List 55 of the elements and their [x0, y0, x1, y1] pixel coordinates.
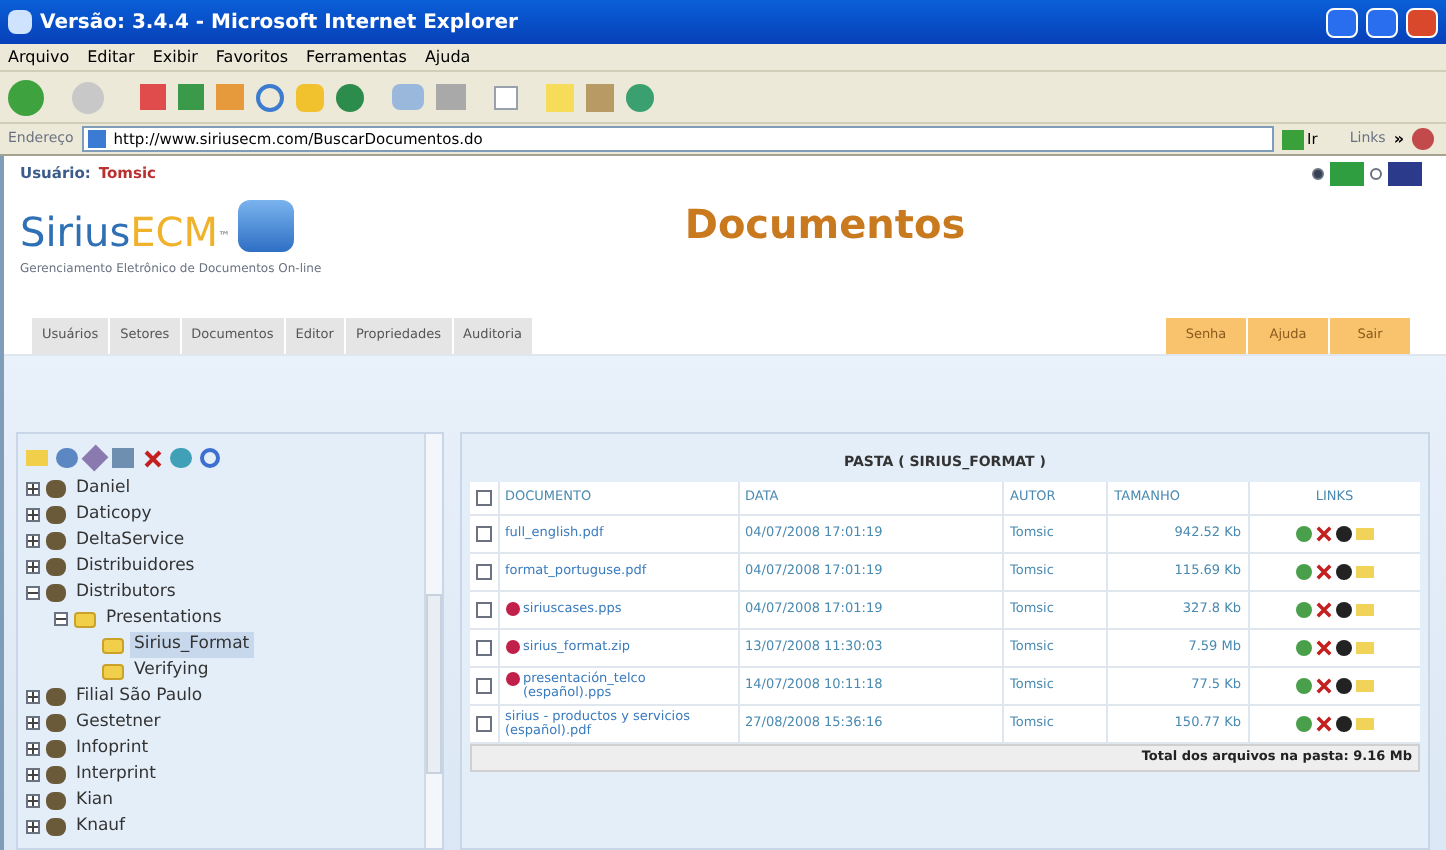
tree-item[interactable]: Distribuidores	[72, 554, 199, 580]
language-radio[interactable]	[1370, 168, 1382, 180]
tree-item[interactable]: DeltaService	[72, 528, 189, 554]
menu-item[interactable]: Ajuda	[424, 45, 471, 69]
tree-item[interactable]: Sirius_Format	[130, 632, 254, 658]
delete-icon[interactable]	[1315, 563, 1332, 579]
delete-icon[interactable]	[1315, 715, 1332, 731]
tree-item[interactable]: Daticopy	[72, 502, 156, 528]
collapse-toggle[interactable]	[26, 586, 40, 600]
row-checkbox[interactable]	[475, 639, 492, 655]
tree-item[interactable]: Knauf	[72, 814, 130, 840]
tree-item[interactable]: Interprint	[72, 762, 160, 788]
row-checkbox[interactable]	[475, 563, 492, 579]
page-title: Documentos	[684, 198, 966, 252]
tree-item[interactable]: Filial São Paulo	[72, 684, 207, 710]
menu-item[interactable]: Arquivo	[8, 45, 70, 69]
menu-item[interactable]: Favoritos	[215, 45, 289, 69]
expand-toggle[interactable]	[26, 768, 40, 782]
menu-item[interactable]: Editar	[87, 45, 135, 69]
tree-item[interactable]: Verifying	[130, 658, 213, 684]
expand-toggle[interactable]	[26, 820, 40, 834]
expand-toggle[interactable]	[26, 508, 40, 522]
search-icon[interactable]	[256, 83, 284, 111]
search-icon[interactable]	[200, 448, 220, 468]
delete-icon[interactable]	[1315, 639, 1332, 655]
expand-toggle[interactable]	[26, 482, 40, 496]
tree-item[interactable]: Infoprint	[72, 736, 153, 762]
expand-toggle[interactable]	[26, 534, 40, 548]
tree-item[interactable]: Presentations	[102, 606, 226, 632]
collapse-toggle[interactable]	[54, 612, 68, 626]
row-checkbox[interactable]	[475, 715, 492, 731]
row-checkbox[interactable]	[475, 677, 492, 693]
chevron-text[interactable]: »	[1393, 127, 1404, 151]
expand-toggle[interactable]	[26, 690, 40, 704]
row-checkbox[interactable]	[475, 525, 492, 541]
expand-toggle[interactable]	[26, 560, 40, 574]
menu-item[interactable]: Exibir	[152, 45, 198, 69]
tree-item[interactable]: Distributors	[72, 580, 180, 606]
window-title: Versão: 3.4.4 - Microsoft Internet Explorer	[40, 9, 520, 37]
select-all-checkbox[interactable]	[475, 489, 492, 506]
scrollbar[interactable]	[424, 434, 442, 848]
delete-icon[interactable]	[1315, 677, 1332, 693]
tree-item[interactable]: Gestetner	[72, 710, 165, 736]
expand-toggle[interactable]	[26, 742, 40, 756]
tree-item[interactable]: Kian	[72, 788, 118, 814]
expand-toggle[interactable]	[26, 716, 40, 730]
delete-icon[interactable]	[1315, 601, 1332, 617]
tree-item[interactable]: Daniel	[72, 476, 135, 502]
language-radio[interactable]	[1312, 168, 1324, 180]
delete-icon[interactable]	[1315, 525, 1332, 541]
expand-toggle[interactable]	[26, 794, 40, 808]
delete-icon[interactable]	[142, 448, 162, 468]
row-checkbox[interactable]	[475, 601, 492, 617]
logo-text: SiriusECM$^{™}$	[20, 210, 230, 254]
menu-item[interactable]: Ferramentas	[306, 45, 407, 69]
